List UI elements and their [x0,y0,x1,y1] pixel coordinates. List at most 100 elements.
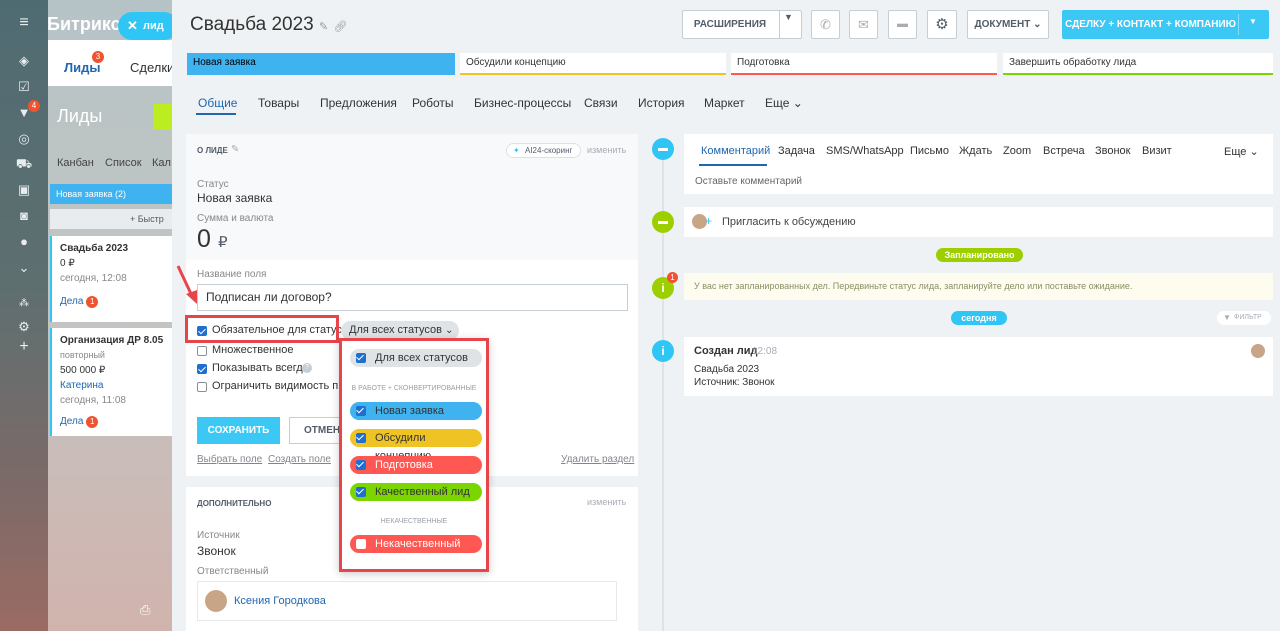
menu-icon[interactable]: ≡ [15,14,33,32]
chevron-down-icon[interactable]: ▼ [1249,17,1257,26]
source-value: Звонок [197,544,236,558]
tl-tab-sms[interactable]: SMS/WhatsApp [826,145,904,157]
contacts-icon[interactable]: ▣ [15,181,33,199]
edit-title-icon[interactable]: ✎ [319,21,328,33]
settings-icon[interactable]: ⚙ [15,318,33,336]
card-deals-link[interactable]: Дела [60,296,83,307]
tl-tab-meeting[interactable]: Встреча [1043,145,1085,157]
phone-icon[interactable]: ✆ [811,10,840,39]
link-icon[interactable]: 🔗︎ [334,21,348,33]
avatar [205,590,227,612]
stage-new[interactable]: Новая заявка [187,53,455,75]
option-label: Подготовка [375,459,433,471]
tab-products[interactable]: Товары [258,96,299,110]
print-icon[interactable]: ⎙ [140,602,150,618]
view-list[interactable]: Список [105,157,142,169]
tab-general[interactable]: Общие [198,96,237,110]
view-kanban[interactable]: Канбан [57,157,94,169]
robot-icon[interactable]: ◙ [15,207,33,225]
option-preparation[interactable]: Подготовка [350,456,482,474]
tl-tab-call[interactable]: Звонок [1095,145,1131,157]
tl-tab-more[interactable]: Еще ⌄ [1224,145,1259,158]
pencil-icon[interactable]: ✎ [231,144,239,155]
close-slider-button[interactable]: ✕ лид [118,12,178,40]
edit-link[interactable]: изменить [587,497,626,507]
active-tab-underline [699,164,767,166]
option-unqualified[interactable]: Некачественный лид [350,535,482,568]
document-button[interactable]: ДОКУМЕНТ ⌄ [967,10,1049,39]
stage-preparation[interactable]: Подготовка [731,53,997,75]
option-new[interactable]: Новая заявка [350,402,482,420]
tl-tab-task[interactable]: Задача [778,145,815,157]
tab-bizproc[interactable]: Бизнес-процессы [474,96,571,110]
stage-concept[interactable]: Обсудили концепцию [460,53,726,75]
kanban-card[interactable]: Организация ДР 8.05 повторный 500 000 ₽ … [50,328,172,436]
limit-visibility-checkbox[interactable] [197,382,207,392]
multiple-checkbox[interactable] [197,346,207,356]
option-all-statuses[interactable]: Для всех статусов [350,349,482,367]
checkbox [356,433,366,443]
tab-history[interactable]: История [638,96,685,110]
card-deals-link[interactable]: Дела [60,416,83,427]
save-button[interactable]: СОХРАНИТЬ [197,417,280,444]
structure-icon[interactable]: ⁂ [15,295,33,313]
event-line-2: Источник: Звонок [694,377,775,388]
tl-tab-visit[interactable]: Визит [1142,145,1172,157]
database-icon[interactable]: ● [15,233,33,251]
create-field-link[interactable]: Создать поле [268,454,331,465]
filter-button[interactable]: ▼ ФИЛЬТР [1217,311,1271,325]
tab-more[interactable]: Еще ⌄ [765,96,803,110]
tl-tab-wait[interactable]: Ждать [959,145,992,157]
quick-add-button[interactable]: + Быстр [50,209,172,229]
tab-deals[interactable]: Сделки [130,60,174,75]
no-activities-text: У вас нет запланированных дел. Передвинь… [694,281,1133,291]
view-calendar[interactable]: Кал [152,157,171,169]
feed-icon[interactable]: ◈ [15,52,33,70]
responsible-card[interactable]: Ксения Городкова [197,581,617,621]
info-icon: i [652,340,674,362]
add-lead-button[interactable] [153,104,172,130]
mail-icon[interactable]: ✉ [849,10,878,39]
card-amount: 0 ₽ [60,258,75,269]
tab-relations[interactable]: Связи [584,96,618,110]
status-dropdown: Для всех статусов В РАБОТЕ + СКОНВЕРТИРО… [339,338,489,572]
choose-field-link[interactable]: Выбрать поле [197,454,262,465]
tab-robots[interactable]: Роботы [412,96,454,110]
delete-section-link[interactable]: Удалить раздел [561,454,634,465]
column-name: Новая заявка [56,189,113,199]
field-name-input[interactable]: Подписан ли договор? [197,284,628,311]
stage-finish[interactable]: Завершить обработку лида [1003,53,1273,75]
status-select-value: Для всех статусов [349,324,442,336]
checkbox [356,353,366,363]
tasks-icon[interactable]: ☑ [15,78,33,96]
sites-icon[interactable]: ◎ [15,130,33,148]
tab-quotes[interactable]: Предложения [320,96,397,110]
source-label: Источник [197,530,240,541]
tl-tab-mail[interactable]: Письмо [910,145,949,157]
option-qualified[interactable]: Качественный лид [350,483,482,501]
chevron-down-icon[interactable]: ⌄ [15,259,33,277]
tab-more-label: Еще [765,96,790,110]
add-icon[interactable]: + [705,214,712,228]
chat-icon[interactable]: ▬ [888,10,917,39]
ai-scoring-badge[interactable]: ✦ AI24-скоринг [506,143,581,158]
ai-scoring-label: AI24-скоринг [525,146,573,155]
shop-icon[interactable]: ⛟ [15,155,33,173]
add-icon[interactable]: + [15,338,33,356]
today-chip: сегодня [951,311,1007,325]
comment-input[interactable]: Оставьте комментарий [695,176,802,187]
help-icon[interactable]: ? [302,363,312,373]
tl-tab-zoom[interactable]: Zoom [1003,145,1031,157]
option-concept[interactable]: Обсудили концепцию [350,429,482,462]
card-date: сегодня, 11:08 [60,395,126,406]
responsible-name[interactable]: Ксения Городкова [234,595,326,607]
tl-tab-comment[interactable]: Комментарий [701,145,770,157]
gear-icon[interactable]: ⚙ [927,10,957,39]
edit-link[interactable]: изменить [587,145,626,155]
tab-market[interactable]: Маркет [704,96,745,110]
stage-label: Подготовка [737,57,790,68]
chevron-down-icon[interactable]: ▼ [784,12,793,22]
always-show-checkbox[interactable] [197,364,207,374]
kanban-card[interactable]: Свадьба 2023 0 ₽ сегодня, 12:08 Дела 1 [50,236,172,322]
card-person[interactable]: Катерина [60,378,164,393]
